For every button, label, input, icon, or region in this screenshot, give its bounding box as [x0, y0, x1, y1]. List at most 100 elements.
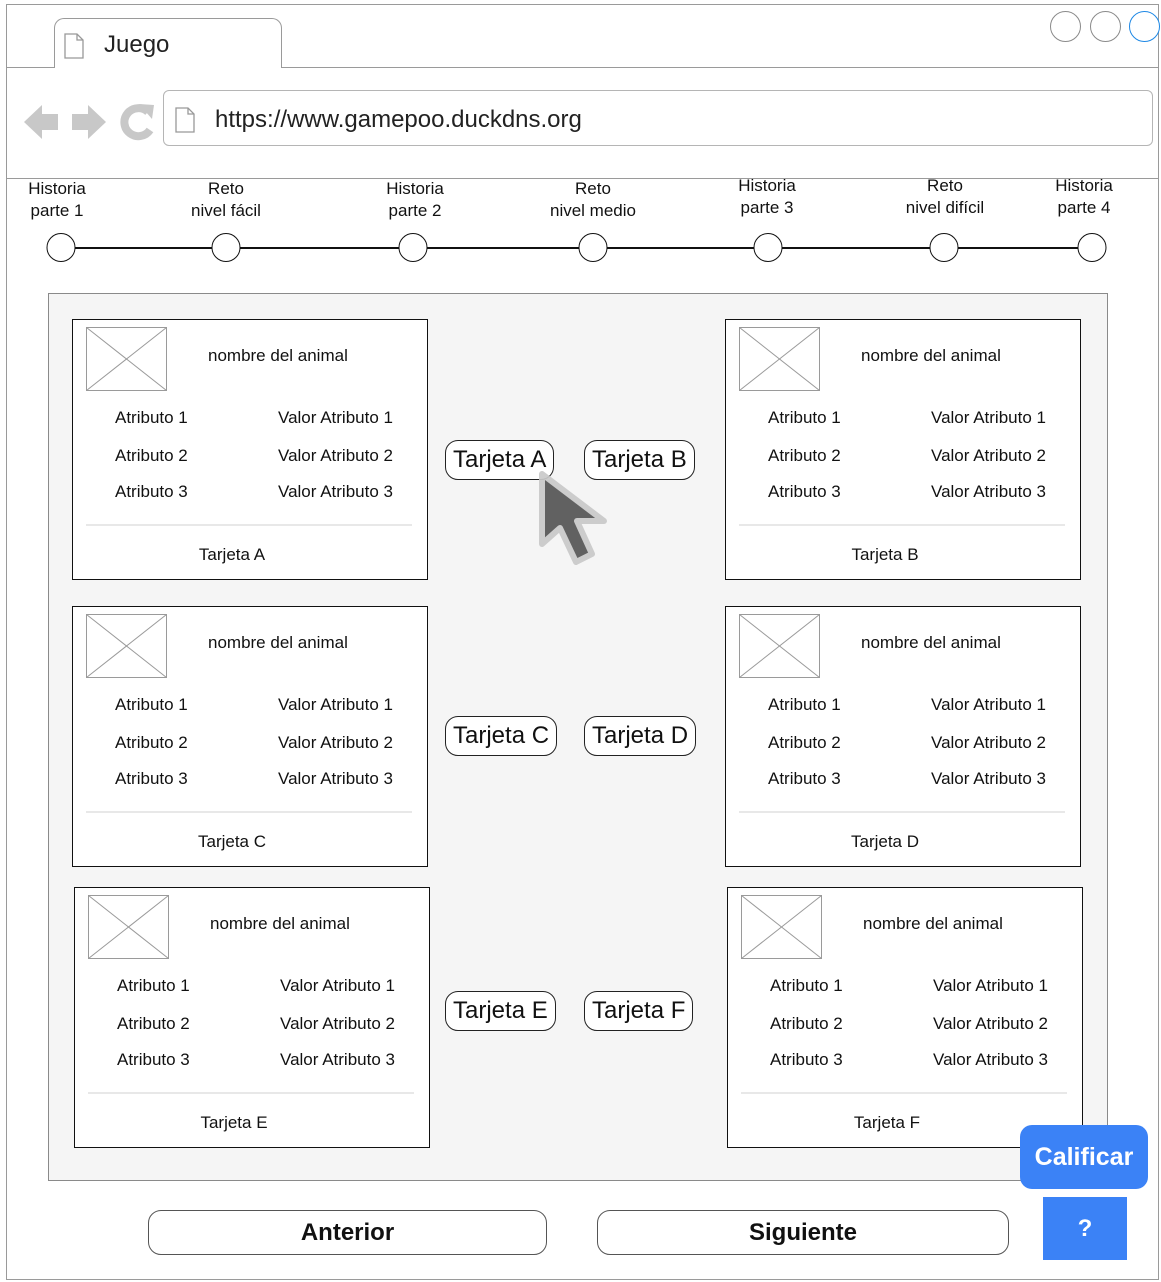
animal-name: nombre del animal	[208, 346, 348, 365]
step-label-line: Reto	[575, 179, 611, 198]
attribute-label: Atributo 1	[115, 695, 188, 714]
animal-card: nombre del animal Atributo 1 Valor Atribut…	[74, 887, 430, 1148]
step-label: Historia parte 1	[28, 178, 86, 222]
image-placeholder-icon	[86, 614, 167, 678]
step-dot[interactable]	[929, 233, 959, 262]
attribute-value: Valor Atributo 3	[931, 482, 1046, 501]
choose-card-button[interactable]: Tarjeta D	[584, 716, 697, 756]
step-label-line: nivel difícil	[905, 198, 985, 217]
attribute-value: Valor Atributo 2	[931, 733, 1046, 752]
attribute-label: Atributo 2	[117, 1014, 190, 1033]
animal-card: nombre del animal Atributo 1 Valor Atribut…	[72, 606, 428, 867]
image-placeholder-icon	[739, 614, 820, 678]
step-dot[interactable]	[578, 233, 608, 262]
card-divider	[739, 524, 1065, 526]
animal-name: nombre del animal	[863, 914, 1003, 933]
attribute-value: Valor Atributo 2	[278, 733, 393, 752]
image-placeholder-icon	[88, 895, 169, 959]
card-divider	[86, 811, 412, 813]
window-circle-icon[interactable]	[1050, 11, 1081, 42]
card-caption: Tarjeta E	[200, 1113, 268, 1132]
step-label: Reto nivel medio	[550, 178, 636, 222]
url-text: https://www.gamepoo.duckdns.org	[215, 106, 582, 133]
forward-arrow-icon[interactable]	[72, 105, 106, 139]
step-label: Historia parte 3	[738, 175, 796, 219]
attribute-label: Atributo 3	[115, 482, 188, 501]
step-dot[interactable]	[211, 233, 241, 262]
choose-card-button[interactable]: Tarjeta F	[584, 991, 694, 1031]
card-divider	[86, 524, 412, 526]
attribute-value: Valor Atributo 1	[278, 695, 393, 714]
attribute-label: Atributo 3	[770, 1050, 843, 1069]
animal-name: nombre del animal	[210, 914, 350, 933]
attribute-value: Valor Atributo 1	[933, 976, 1048, 995]
attribute-label: Atributo 3	[768, 769, 841, 788]
step-label: Historia parte 2	[386, 178, 444, 222]
page-icon	[175, 107, 195, 138]
choose-card-button[interactable]: Tarjeta C	[445, 716, 558, 756]
step-label-line: Historia	[738, 176, 796, 195]
animal-card: nombre del animal Atributo 1 Valor Atribut…	[725, 606, 1081, 867]
attribute-value: Valor Atributo 2	[931, 446, 1046, 465]
previous-button[interactable]: Anterior	[148, 1210, 547, 1255]
step-label-line: parte 3	[740, 198, 794, 217]
attribute-label: Atributo 1	[770, 976, 843, 995]
step-label-line: Reto	[927, 176, 963, 195]
step-dot[interactable]	[46, 233, 76, 262]
card-caption: Tarjeta C	[197, 832, 267, 851]
attribute-label: Atributo 2	[115, 446, 188, 465]
step-label-line: parte 1	[30, 201, 84, 220]
card-divider	[88, 1092, 414, 1094]
attribute-label: Atributo 3	[115, 769, 188, 788]
attribute-label: Atributo 3	[117, 1050, 190, 1069]
page-icon	[64, 33, 84, 64]
animal-card: nombre del animal Atributo 1 Valor Atribut…	[72, 319, 428, 580]
back-arrow-icon[interactable]	[24, 105, 58, 139]
attribute-value: Valor Atributo 1	[280, 976, 395, 995]
window-circle-blue-icon[interactable]	[1129, 11, 1160, 42]
next-button[interactable]: Siguiente	[597, 1210, 1009, 1255]
animal-card: nombre del animal Atributo 1 Valor Atribut…	[725, 319, 1081, 580]
attribute-label: Atributo 2	[768, 733, 841, 752]
attribute-label: Atributo 1	[768, 408, 841, 427]
reload-icon[interactable]	[120, 104, 154, 141]
step-dot[interactable]	[398, 233, 428, 262]
tab-title: Juego	[104, 31, 170, 58]
step-label-line: Reto	[208, 179, 244, 198]
help-button[interactable]: ?	[1043, 1197, 1127, 1260]
step-dot[interactable]	[1077, 233, 1107, 262]
step-label-line: Historia	[386, 179, 444, 198]
step-dot[interactable]	[753, 233, 783, 262]
address-bar[interactable]: https://www.gamepoo.duckdns.org	[163, 90, 1153, 146]
step-label: Historia parte 4	[1055, 175, 1113, 219]
attribute-value: Valor Atributo 2	[933, 1014, 1048, 1033]
step-label-line: Historia	[1055, 176, 1113, 195]
attribute-label: Atributo 3	[768, 482, 841, 501]
card-divider	[741, 1092, 1067, 1094]
attribute-value: Valor Atributo 3	[278, 769, 393, 788]
mouse-pointer-icon	[534, 468, 624, 573]
step-label: Reto nivel difícil	[906, 175, 984, 219]
animal-name: nombre del animal	[208, 633, 348, 652]
attribute-value: Valor Atributo 1	[931, 695, 1046, 714]
step-label-line: parte 2	[388, 201, 442, 220]
step-label-line: nivel medio	[550, 201, 636, 220]
attribute-label: Atributo 2	[770, 1014, 843, 1033]
attribute-value: Valor Atributo 2	[278, 446, 393, 465]
step-label-line: nivel fácil	[191, 201, 261, 220]
step-label-line: Historia	[28, 179, 86, 198]
attribute-label: Atributo 1	[115, 408, 188, 427]
navigation-controls	[22, 100, 162, 149]
image-placeholder-icon	[741, 895, 822, 959]
step-label-line: parte 4	[1057, 198, 1111, 217]
browser-tab[interactable]: Juego	[54, 18, 282, 68]
card-caption: Tarjeta D	[850, 832, 920, 851]
attribute-label: Atributo 2	[115, 733, 188, 752]
attribute-value: Valor Atributo 3	[931, 769, 1046, 788]
attribute-value: Valor Atributo 1	[278, 408, 393, 427]
attribute-value: Valor Atributo 1	[931, 408, 1046, 427]
attribute-label: Atributo 1	[768, 695, 841, 714]
window-circle-icon[interactable]	[1090, 11, 1121, 42]
grade-button[interactable]: Calificar	[1020, 1125, 1148, 1189]
choose-card-button[interactable]: Tarjeta E	[445, 991, 556, 1031]
